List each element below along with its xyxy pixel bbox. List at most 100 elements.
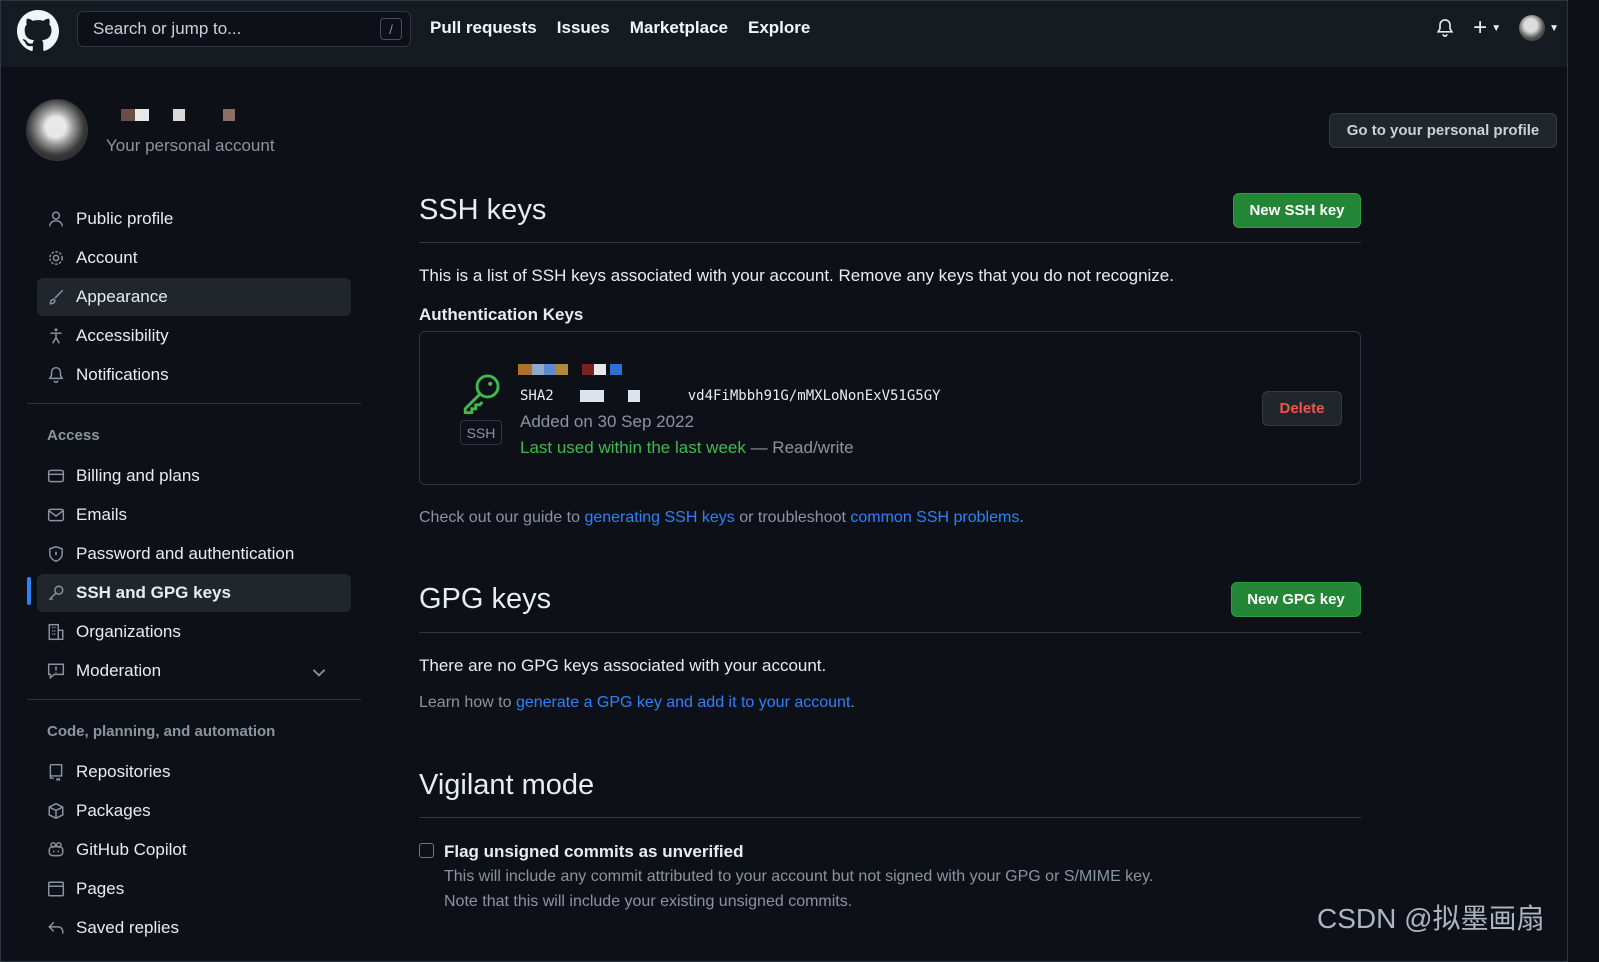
github-logo-icon[interactable]: [17, 10, 59, 52]
key-added-date: Added on 30 Sep 2022: [520, 412, 694, 431]
app-window: Search or jump to... / Pull requests Iss…: [0, 0, 1568, 962]
report-icon: [47, 663, 65, 680]
sidebar-item-password-auth[interactable]: Password and authentication: [37, 535, 351, 573]
search-placeholder: Search or jump to...: [93, 19, 242, 38]
redacted-username: [121, 109, 235, 121]
flag-unsigned-commits-checkbox[interactable]: [419, 843, 434, 858]
sidebar-item-organizations[interactable]: Organizations: [37, 613, 351, 651]
sidebar-item-label: Account: [76, 248, 138, 267]
section-divider: [419, 817, 1361, 818]
key-access-level: — Read/write: [745, 438, 854, 457]
sidebar-divider: [27, 699, 361, 700]
plus-icon: +: [1473, 14, 1488, 41]
auth-keys-heading: Authentication Keys: [419, 305, 584, 324]
section-divider: [419, 242, 1361, 243]
sidebar-item-label: Appearance: [76, 287, 168, 306]
sidebar-item-label: SSH and GPG keys: [76, 583, 231, 602]
fingerprint-prefix: SHA2: [520, 388, 554, 404]
go-to-profile-button[interactable]: Go to your personal profile: [1329, 113, 1557, 148]
key-fingerprint: SHA2 vd4FiMbbh91G/mMXLoNonExV51G5GY: [520, 388, 941, 404]
sidebar-item-emails[interactable]: Emails: [37, 496, 351, 534]
new-gpg-key-button[interactable]: New GPG key: [1231, 582, 1361, 617]
ssh-section-title: SSH keys: [419, 194, 547, 226]
sidebar-item-accessibility[interactable]: Accessibility: [37, 317, 351, 355]
sidebar-item-notifications[interactable]: Notifications: [37, 356, 351, 394]
ssh-guide-text: Check out our guide to generating SSH ke…: [419, 509, 1024, 527]
chevron-down-icon[interactable]: [310, 663, 328, 681]
search-input[interactable]: Search or jump to... /: [77, 11, 411, 47]
vigilant-desc-1: This will include any commit attributed …: [444, 868, 1154, 885]
guide-prefix: Check out our guide to: [419, 509, 585, 526]
gpg-section-title: GPG keys: [419, 583, 552, 615]
sidebar-item-appearance[interactable]: Appearance: [37, 278, 351, 316]
sidebar-item-repositories[interactable]: Repositories: [37, 753, 351, 791]
sidebar-item-billing[interactable]: Billing and plans: [37, 457, 351, 495]
key-last-used: Last used within the last week — Read/wr…: [520, 438, 854, 458]
top-nav: Pull requests Issues Marketplace Explore: [430, 18, 810, 38]
bell-icon: [48, 366, 64, 383]
sidebar-item-label: Billing and plans: [76, 466, 200, 485]
avatar: [1519, 15, 1546, 41]
sidebar-item-label: Moderation: [76, 661, 162, 680]
bell-icon[interactable]: [1435, 18, 1455, 38]
nav-pull-requests[interactable]: Pull requests: [430, 18, 537, 38]
sidebar-item-public-profile[interactable]: Public profile: [37, 200, 351, 238]
redacted-fingerprint: [579, 390, 678, 402]
sidebar-item-label: Pages: [76, 879, 125, 898]
key-icon: [463, 374, 500, 414]
ssh-key-card: SSH SHA2 vd4FiMbbh91G/mMXLoNonExV51G5GY …: [419, 331, 1361, 485]
watermark: CSDN @拟墨画扇: [1317, 903, 1545, 934]
search-shortcut-badge: /: [380, 18, 402, 40]
sidebar-item-label: Repositories: [76, 762, 171, 781]
ssh-badge: SSH: [460, 420, 502, 445]
learn-prefix: Learn how to: [419, 694, 516, 711]
browser-icon: [47, 881, 65, 897]
sidebar-item-label: Organizations: [76, 622, 181, 641]
sidebar-item-pages[interactable]: Pages: [37, 870, 351, 908]
delete-key-button[interactable]: Delete: [1262, 391, 1342, 426]
flag-unsigned-label[interactable]: Flag unsigned commits as unverified: [444, 842, 743, 862]
generate-gpg-key-link[interactable]: generate a GPG key and add it to your ac…: [516, 694, 850, 711]
organization-icon: [48, 623, 64, 641]
vigilant-desc-2: Note that this will include your existin…: [444, 893, 853, 910]
sidebar-item-packages[interactable]: Packages: [37, 792, 351, 830]
vigilant-section-title: Vigilant mode: [419, 769, 595, 801]
gear-icon: [49, 251, 63, 265]
nav-issues[interactable]: Issues: [557, 18, 610, 38]
mail-icon: [47, 508, 65, 522]
sidebar-item-label: Notifications: [76, 365, 169, 384]
sidebar-heading-code: Code, planning, and automation: [47, 723, 276, 740]
active-indicator: [27, 577, 31, 605]
sidebar-item-saved-replies[interactable]: Saved replies: [37, 909, 351, 947]
generating-ssh-keys-link[interactable]: generating SSH keys: [584, 509, 734, 526]
user-menu-dropdown[interactable]: ▼: [1519, 15, 1559, 41]
sidebar-item-account[interactable]: Account: [37, 239, 351, 277]
credit-card-icon: [47, 469, 65, 483]
account-subtitle: Your personal account: [106, 136, 275, 155]
shield-lock-icon: [49, 545, 63, 563]
sidebar-divider: [27, 403, 361, 404]
person-icon: [49, 211, 63, 227]
nav-marketplace[interactable]: Marketplace: [630, 18, 728, 38]
nav-explore[interactable]: Explore: [748, 18, 810, 38]
sidebar-item-label: Accessibility: [76, 326, 169, 345]
sidebar-item-label: Password and authentication: [76, 544, 295, 563]
learn-suffix: .: [850, 694, 855, 711]
sidebar-item-ssh-gpg-keys[interactable]: SSH and GPG keys: [37, 574, 351, 612]
copilot-icon: [48, 842, 64, 857]
sidebar-item-label: Public profile: [76, 209, 174, 228]
create-new-dropdown[interactable]: + ▼: [1473, 14, 1501, 41]
last-used-text: Last used within the last week: [520, 438, 746, 457]
sidebar-item-label: GitHub Copilot: [76, 840, 187, 859]
new-ssh-key-button[interactable]: New SSH key: [1233, 193, 1361, 228]
fingerprint-suffix: vd4FiMbbh91G/mMXLoNonExV51G5GY: [687, 388, 941, 404]
common-ssh-problems-link[interactable]: common SSH problems: [850, 509, 1019, 526]
top-header: Search or jump to... / Pull requests Iss…: [1, 1, 1567, 67]
guide-middle: or troubleshoot: [734, 509, 851, 526]
redacted-key-title: [518, 364, 622, 375]
sidebar-item-moderation[interactable]: Moderation: [37, 652, 351, 690]
header-actions: + ▼ ▼: [1435, 15, 1559, 41]
repo-icon: [49, 763, 63, 781]
sidebar-item-copilot[interactable]: GitHub Copilot: [37, 831, 351, 869]
profile-avatar: [26, 99, 88, 161]
